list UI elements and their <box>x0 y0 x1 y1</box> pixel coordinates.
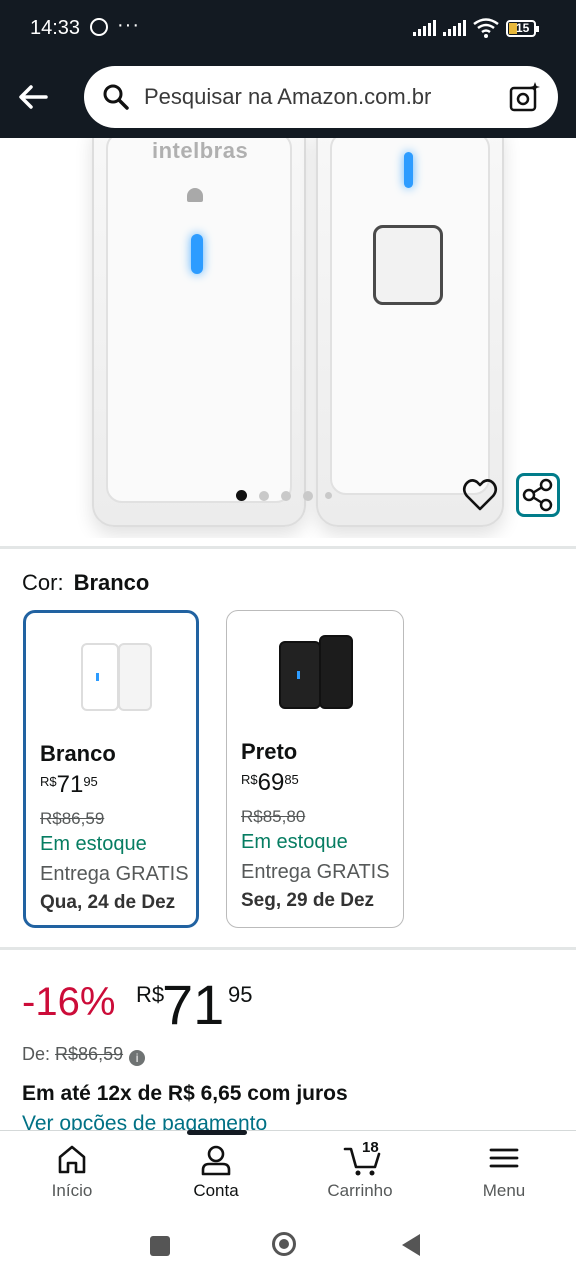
nav-inicio[interactable]: Início <box>17 1131 127 1211</box>
option-delivery-date: Qua, 24 de Dez <box>40 892 176 913</box>
status-bar: 14:33 ··· 15 <box>0 0 576 58</box>
nav-label: Conta <box>193 1181 239 1200</box>
doorbell-button-image <box>316 138 504 527</box>
color-label: Cor: Branco <box>22 570 149 596</box>
price-integer: 71 <box>162 973 225 1036</box>
share-icon <box>522 478 553 512</box>
option-delivery: Entrega GRATIS <box>40 863 189 885</box>
price-currency: R$ <box>136 982 165 1007</box>
led-indicator <box>191 234 203 274</box>
image-pagination[interactable] <box>236 490 332 501</box>
nav-menu[interactable]: Menu <box>449 1131 559 1211</box>
battery-icon: 15 <box>506 20 539 37</box>
bell-icon <box>187 188 203 202</box>
recent-apps-button[interactable] <box>150 1236 170 1256</box>
nav-label: Carrinho <box>327 1181 393 1200</box>
option-old-price: R$85,80 <box>241 807 306 826</box>
list-price: De: R$86,59 i <box>22 1044 146 1066</box>
option-delivery: Entrega GRATIS <box>241 861 390 883</box>
battery-level: 15 <box>516 21 530 35</box>
signal-icon-2 <box>443 20 466 36</box>
discount-percent: -16% <box>22 980 116 1024</box>
nav-carrinho[interactable]: 18 Carrinho <box>305 1131 415 1211</box>
page-dot[interactable] <box>325 492 332 499</box>
nav-label: Início <box>51 1181 93 1200</box>
color-option-preto[interactable]: Preto R$6985 R$85,80 Em estoque Entrega … <box>226 610 404 928</box>
led-indicator-2 <box>404 152 413 188</box>
option-name: Branco <box>40 741 116 766</box>
whatsapp-icon <box>90 18 108 36</box>
page-dot[interactable] <box>236 490 247 501</box>
page-dot[interactable] <box>303 490 313 501</box>
signal-icon <box>413 20 436 36</box>
search-placeholder: Pesquisar na Amazon.com.br <box>144 84 432 109</box>
color-label-text: Cor: <box>22 570 64 595</box>
list-price-value: R$86,59 <box>55 1044 124 1064</box>
search-icon <box>103 84 129 110</box>
system-nav-bar <box>0 1210 576 1280</box>
push-button-image <box>373 225 443 305</box>
user-icon <box>201 1145 231 1176</box>
share-button[interactable] <box>516 473 560 517</box>
color-selected-value: Branco <box>73 570 150 595</box>
color-thumbnail <box>26 633 196 743</box>
home-button[interactable] <box>272 1232 296 1256</box>
app-header: Pesquisar na Amazon.com.br <box>0 58 576 138</box>
heart-icon[interactable] <box>462 478 498 512</box>
option-delivery-date: Seg, 29 de Dez <box>241 890 375 911</box>
menu-icon <box>489 1148 519 1168</box>
brand-logo: intelbras <box>152 138 249 163</box>
option-price: R$6985 <box>241 769 299 796</box>
search-bar[interactable]: Pesquisar na Amazon.com.br <box>84 66 558 128</box>
payment-options-link[interactable]: Ver opções de pagamento <box>22 1112 267 1130</box>
nav-label: Menu <box>482 1181 526 1200</box>
option-old-price: R$86,59 <box>40 809 105 828</box>
nav-conta[interactable]: Conta <box>161 1131 271 1211</box>
option-stock: Em estoque <box>241 831 348 853</box>
info-icon[interactable]: i <box>129 1050 146 1066</box>
color-thumbnail <box>227 631 403 741</box>
page-dot[interactable] <box>281 490 291 501</box>
section-divider <box>0 546 576 549</box>
bottom-nav: Início Conta 18 Carrinho Menu <box>0 1130 576 1211</box>
back-button[interactable] <box>402 1234 420 1256</box>
camera-search-icon[interactable] <box>508 80 542 114</box>
option-price: R$7195 <box>40 771 98 798</box>
color-option-branco[interactable]: Branco R$7195 R$86,59 Em estoque Entrega… <box>23 610 199 928</box>
page-dot[interactable] <box>259 490 269 501</box>
cart-count: 18 <box>362 1139 379 1156</box>
price-cents: 95 <box>228 982 253 1007</box>
section-divider <box>0 947 576 950</box>
more-notifications-icon: ··· <box>117 14 140 36</box>
installments-text: Em até 12x de R$ 6,65 com juros <box>22 1082 348 1105</box>
status-time: 14:33 <box>30 17 81 39</box>
option-name: Preto <box>241 739 298 764</box>
back-arrow-icon[interactable] <box>16 80 50 114</box>
option-stock: Em estoque <box>40 833 147 855</box>
wifi-icon <box>473 18 499 38</box>
home-icon <box>58 1145 86 1174</box>
